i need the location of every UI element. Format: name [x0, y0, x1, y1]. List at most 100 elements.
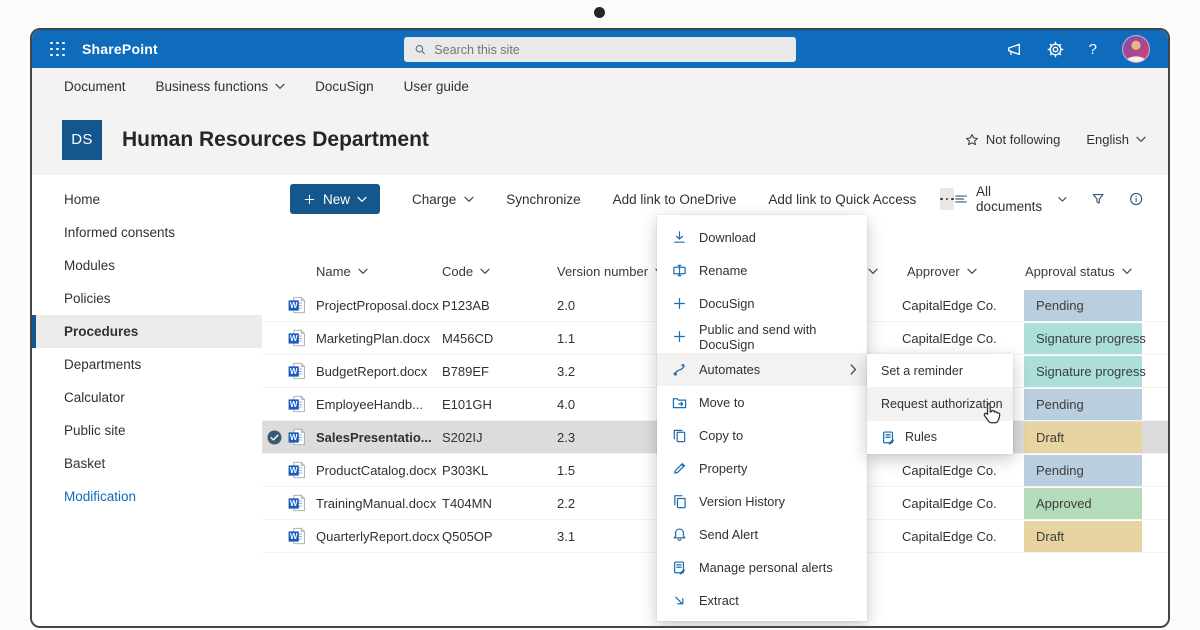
sidebar-item[interactable]: Home	[32, 183, 262, 216]
context-menu-item[interactable]: Property	[657, 452, 867, 485]
nav-item[interactable]: DocuSign	[315, 79, 374, 94]
site-logo-tile[interactable]: DS	[62, 120, 102, 160]
hand-cursor-icon	[980, 402, 1002, 431]
menu-item-icon	[672, 593, 687, 608]
search-box[interactable]	[404, 37, 796, 62]
context-menu-item[interactable]: Move to	[657, 386, 867, 419]
language-selector[interactable]: English	[1086, 132, 1146, 147]
context-menu-item[interactable]: Download	[657, 221, 867, 254]
sidebar-item[interactable]: Modules	[32, 249, 262, 282]
context-menu-item[interactable]: Send Alert	[657, 518, 867, 551]
view-selector[interactable]: All documents	[954, 184, 1067, 214]
word-file-icon: W	[288, 520, 306, 552]
info-icon[interactable]	[1129, 191, 1143, 207]
chevron-down-icon	[480, 268, 490, 275]
view-list-icon	[954, 191, 968, 207]
settings-gear-icon[interactable]	[1047, 41, 1064, 58]
command-button[interactable]: Add link to OneDrive	[613, 192, 737, 207]
document-name: ProductCatalog.docx	[316, 454, 437, 486]
context-menu-item[interactable]: Automates	[657, 353, 867, 386]
sidebar-item[interactable]: Departments	[32, 348, 262, 381]
sidebar-item[interactable]: Modification	[32, 480, 262, 513]
command-button[interactable]: Add link to Quick Access	[768, 192, 916, 207]
document-approver: CapitalEdge Co.	[902, 322, 997, 354]
context-menu-item[interactable]: Version History	[657, 485, 867, 518]
column-header-approval-status[interactable]: Approval status	[1025, 254, 1132, 289]
document-code: T404MN	[442, 487, 492, 519]
chevron-down-icon	[868, 268, 878, 275]
brand-label: SharePoint	[82, 41, 158, 57]
document-name: MarketingPlan.docx	[316, 322, 430, 354]
nav-item[interactable]: Document	[64, 79, 126, 94]
document-code: E101GH	[442, 388, 492, 420]
document-name: BudgetReport.docx	[316, 355, 427, 387]
svg-text:W: W	[290, 367, 298, 376]
submenu-item[interactable]: Set a reminder	[867, 354, 1013, 387]
sidebar-item[interactable]: Basket	[32, 447, 262, 480]
context-menu-item[interactable]: Extract	[657, 584, 867, 617]
menu-item-icon	[672, 428, 687, 443]
sidebar-navigation: Home Informed consents Modules Policies …	[32, 175, 262, 628]
user-avatar[interactable]	[1122, 35, 1150, 63]
context-menu-item[interactable]: DocuSign	[657, 287, 867, 320]
new-button[interactable]: New	[290, 184, 380, 214]
filter-icon[interactable]	[1091, 191, 1105, 207]
approval-status-badge: Signature progress	[1024, 323, 1142, 354]
help-icon[interactable]: ?	[1089, 41, 1097, 58]
document-version: 3.2	[557, 355, 575, 387]
document-approver: CapitalEdge Co.	[902, 487, 997, 519]
document-version: 4.0	[557, 388, 575, 420]
svg-text:W: W	[290, 334, 298, 343]
approval-status-badge: Pending	[1024, 389, 1142, 420]
context-menu-item[interactable]: Rename	[657, 254, 867, 287]
document-version: 2.0	[557, 289, 575, 321]
document-version: 1.5	[557, 454, 575, 486]
command-bar: New Charge Synchronize	[262, 180, 1168, 218]
announcements-icon[interactable]	[1005, 41, 1022, 58]
context-menu-item[interactable]: Manage personal alerts	[657, 551, 867, 584]
sidebar-item[interactable]: Public site	[32, 414, 262, 447]
expand-icon[interactable]	[1168, 191, 1170, 207]
column-header-version[interactable]: Version number	[557, 254, 665, 289]
document-code: Q505OP	[442, 520, 493, 552]
follow-button[interactable]: Not following	[965, 132, 1060, 147]
sidebar-item[interactable]: Policies	[32, 282, 262, 315]
more-commands-button[interactable]	[940, 188, 954, 210]
word-file-icon: W	[288, 355, 306, 387]
sidebar-item[interactable]: Procedures	[32, 315, 262, 348]
site-title: Human Resources Department	[122, 128, 429, 152]
sidebar-item[interactable]: Informed consents	[32, 216, 262, 249]
command-button[interactable]: Charge	[412, 192, 474, 207]
document-code: B789EF	[442, 355, 489, 387]
context-menu: Download Rename DocuSign Public and send…	[657, 215, 867, 621]
document-name: SalesPresentatio...	[316, 421, 432, 453]
column-header-hidden[interactable]	[868, 254, 878, 289]
column-header-name[interactable]: Name	[316, 254, 368, 289]
column-header-code[interactable]: Code	[442, 254, 490, 289]
approval-status-badge: Pending	[1024, 455, 1142, 486]
column-header-approver[interactable]: Approver	[907, 254, 977, 289]
word-file-icon: W	[288, 388, 306, 420]
app-launcher-waffle-icon[interactable]	[50, 42, 65, 57]
nav-item[interactable]: Business functions	[156, 79, 286, 94]
nav-item[interactable]: User guide	[404, 79, 469, 94]
document-name: QuarterlyReport.docx	[316, 520, 440, 552]
submenu-item-icon	[881, 430, 896, 445]
context-menu-item[interactable]: Copy to	[657, 419, 867, 452]
approval-status-badge: Draft	[1024, 521, 1142, 552]
menu-item-icon	[672, 527, 687, 542]
selected-check-icon	[267, 421, 282, 453]
chevron-down-icon	[275, 83, 285, 90]
command-button[interactable]: Synchronize	[506, 192, 580, 207]
site-header: DS Human Resources Department Not follow…	[32, 104, 1168, 175]
suite-bar: SharePoint ?	[32, 30, 1168, 68]
plus-icon	[303, 193, 316, 206]
search-input[interactable]	[434, 43, 786, 57]
approval-status-badge: Signature progress	[1024, 356, 1142, 387]
menu-item-icon	[672, 461, 687, 476]
chevron-down-icon	[1136, 136, 1146, 143]
search-icon	[414, 43, 426, 56]
sidebar-item[interactable]: Calculator	[32, 381, 262, 414]
menu-item-icon	[672, 560, 687, 575]
context-menu-item[interactable]: Public and send with DocuSign	[657, 320, 867, 353]
